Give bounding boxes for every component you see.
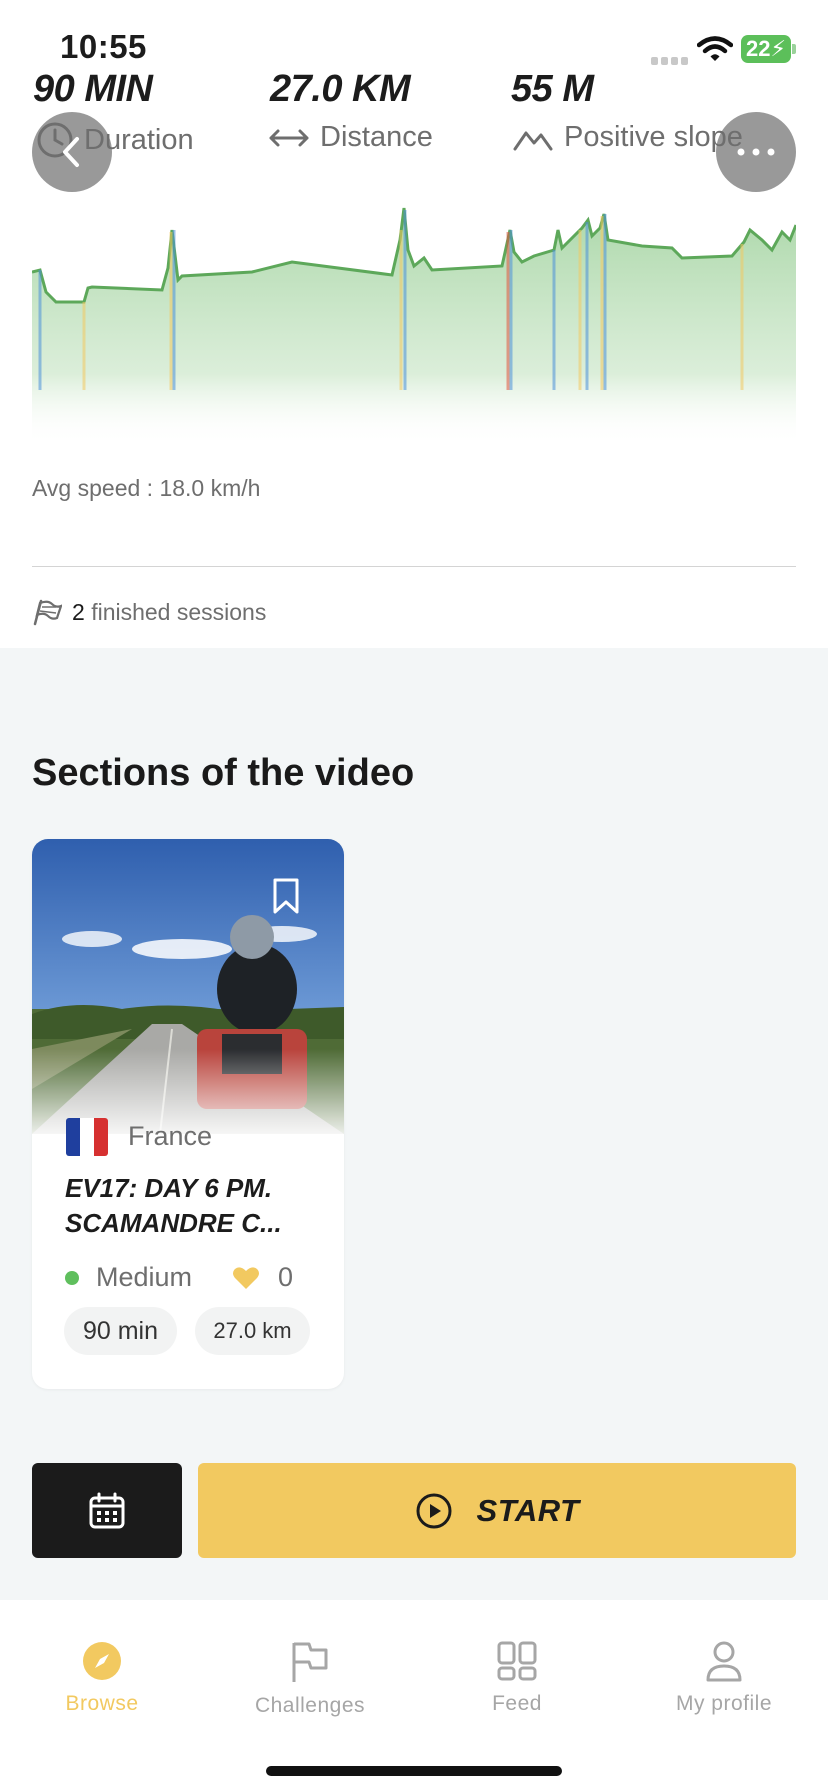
likes: 0 — [232, 1262, 293, 1293]
checkered-flag-icon — [33, 599, 62, 626]
status-time: 10:55 — [60, 28, 147, 65]
distance-value: 27.0 KM — [270, 68, 411, 110]
tab-challenges[interactable]: Challenges — [220, 1640, 400, 1718]
start-button[interactable]: START — [198, 1463, 796, 1558]
divider — [32, 566, 796, 567]
battery-indicator: 22⚡ — [741, 35, 791, 63]
battery-level: 22 — [746, 36, 771, 61]
calendar-icon — [89, 1492, 125, 1528]
distance-label: Distance — [320, 121, 433, 153]
likes-count: 0 — [278, 1262, 294, 1292]
bookmark-icon[interactable] — [272, 877, 300, 915]
distance-arrows-icon — [269, 129, 309, 146]
chevron-left-icon — [63, 137, 79, 167]
more-dots-icon — [737, 148, 775, 156]
more-options-button[interactable] — [716, 112, 796, 192]
video-section-card[interactable]: France EV17: DAY 6 PM. SCAMANDRE C... Me… — [32, 839, 344, 1389]
france-flag-icon — [66, 1118, 108, 1156]
sessions-count: 2 — [72, 598, 85, 625]
heart-icon — [233, 1266, 259, 1289]
mountain-icon — [513, 131, 553, 150]
difficulty: Medium — [65, 1262, 192, 1293]
difficulty-label: Medium — [96, 1262, 193, 1292]
home-indicator — [266, 1766, 562, 1776]
play-circle-icon — [416, 1493, 452, 1528]
finished-sessions: 2 finished sessions — [32, 598, 266, 626]
elevation-profile-chart — [32, 207, 796, 445]
tab-feed-label: Feed — [492, 1692, 542, 1715]
tab-challenges-label: Challenges — [254, 1694, 366, 1717]
distance-chip: 27.0 km — [195, 1307, 310, 1355]
distance-stat: Distance — [268, 121, 433, 154]
country-label: France — [128, 1121, 213, 1151]
tab-browse[interactable]: Browse — [12, 1640, 192, 1716]
tab-feed[interactable]: Feed — [427, 1640, 607, 1716]
grid-icon — [497, 1641, 537, 1681]
start-label: START — [476, 1492, 580, 1528]
tab-browse-label: Browse — [65, 1692, 139, 1715]
person-icon — [706, 1641, 742, 1682]
slope-value: 55 M — [511, 68, 594, 110]
duration-chip: 90 min — [64, 1307, 177, 1355]
difficulty-dot — [65, 1270, 79, 1285]
elevation-area — [32, 208, 796, 445]
slope-stat: Positive slope — [512, 121, 743, 154]
cellular-signal-icon — [651, 52, 691, 65]
wifi-icon — [697, 36, 733, 61]
avg-speed: Avg speed : 18.0 km/h — [32, 475, 261, 501]
compass-icon — [83, 1642, 121, 1680]
section-title: Sections of the video — [32, 752, 415, 794]
section-title-text: EV17: DAY 6 PM. SCAMANDRE C... — [65, 1173, 282, 1238]
sessions-label: finished sessions — [91, 598, 267, 625]
duration-value: 90 MIN — [33, 68, 153, 110]
back-button[interactable] — [32, 112, 112, 192]
schedule-button[interactable] — [32, 1463, 182, 1558]
battery-cap — [792, 44, 796, 54]
tab-my-profile[interactable]: My profile — [634, 1640, 814, 1716]
flag-icon — [292, 1642, 328, 1682]
tab-my-profile-label: My profile — [675, 1692, 773, 1715]
